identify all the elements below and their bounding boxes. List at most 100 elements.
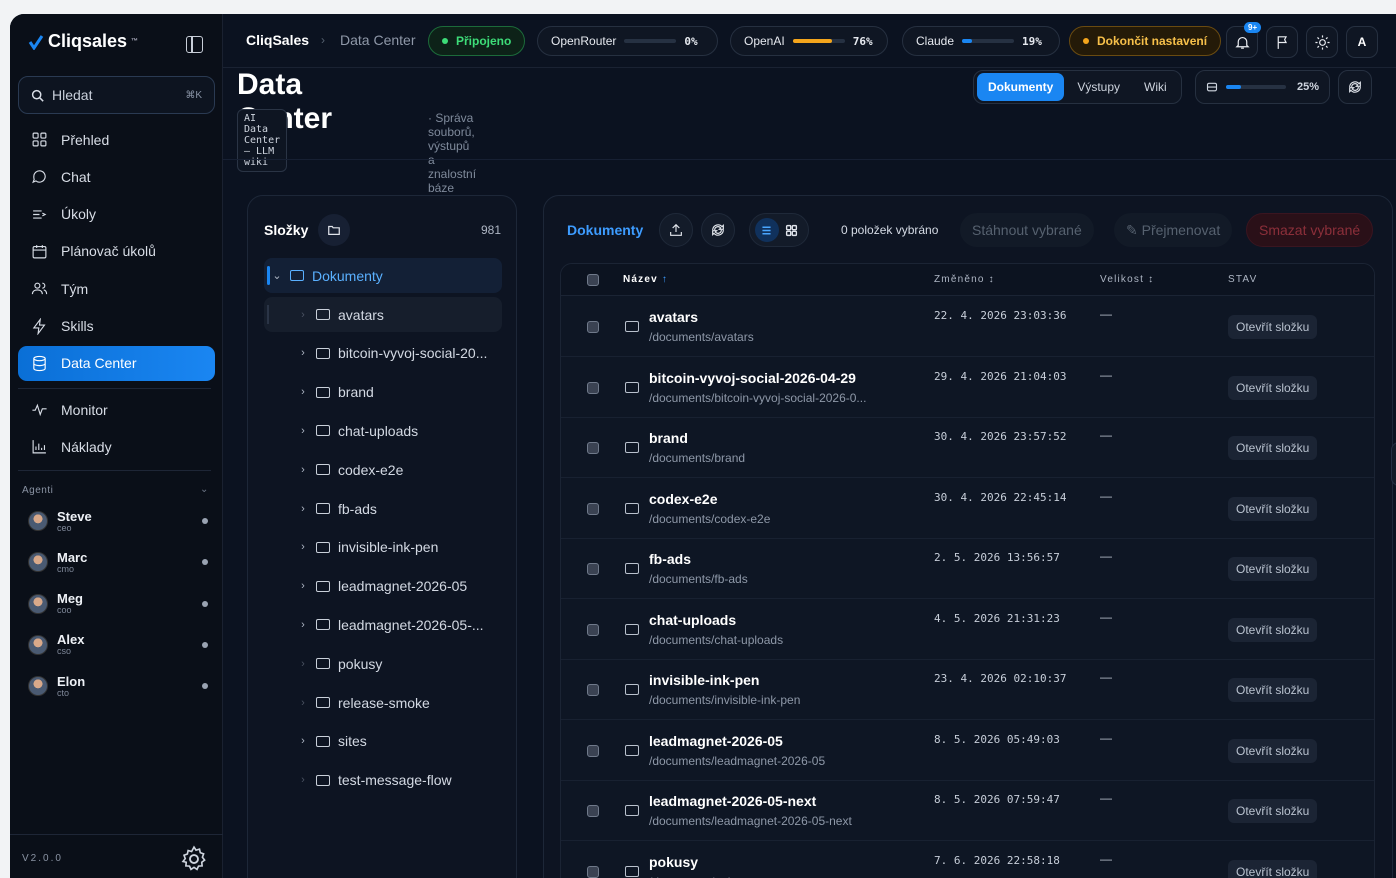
agent-item[interactable]: Alex cso — [28, 628, 208, 662]
chevron-right-icon[interactable]: › — [290, 503, 316, 515]
sidebar-item-náklady[interactable]: Náklady — [18, 429, 215, 464]
sidebar-item-monitor[interactable]: Monitor — [18, 392, 215, 427]
finish-setup-button[interactable]: Dokončit nastavení — [1069, 26, 1222, 56]
sidebar-item-plánovač-úkolů[interactable]: Plánovač úkolů — [18, 234, 215, 269]
table-row[interactable]: avatars/documents/avatars 22. 4. 2026 23:… — [561, 297, 1374, 357]
column-modified-header[interactable]: Změněno ↕ — [934, 274, 995, 285]
agent-item[interactable]: Meg coo — [28, 587, 208, 621]
table-row[interactable]: codex-e2e/documents/codex-e2e 30. 4. 2026… — [561, 479, 1374, 539]
chevron-right-icon[interactable]: › — [290, 464, 316, 476]
chevron-right-icon[interactable]: › — [290, 347, 316, 359]
chevron-right-icon[interactable]: › — [290, 541, 316, 553]
open-folder-button[interactable]: Otevřít složku — [1228, 859, 1318, 878]
tree-item[interactable]: › avatars — [264, 297, 502, 332]
sidebar-item-úkoly[interactable]: Úkoly — [18, 197, 215, 232]
tree-item[interactable]: › pokusy — [264, 646, 502, 681]
sidebar-collapse-icon[interactable] — [186, 36, 203, 53]
chevron-right-icon[interactable]: › — [290, 386, 316, 398]
tree-item[interactable]: › codex-e2e — [264, 452, 502, 487]
table-row[interactable]: leadmagnet-2026-05/documents/leadmagnet-… — [561, 721, 1374, 781]
notifications-button[interactable]: 9+ — [1226, 22, 1262, 58]
row-checkbox[interactable] — [587, 805, 599, 817]
refresh-button[interactable] — [1338, 70, 1372, 104]
upload-button[interactable] — [659, 213, 693, 247]
tree-item[interactable]: › sites — [264, 724, 502, 759]
open-folder-button[interactable]: Otevřít složku — [1228, 557, 1318, 581]
row-name[interactable]: codex-e2e — [649, 491, 717, 507]
tab-wiki[interactable]: Wiki — [1133, 73, 1178, 101]
tree-item[interactable]: › release-smoke — [264, 685, 502, 720]
breadcrumb-app[interactable]: CliqSales — [246, 32, 309, 48]
table-row[interactable]: chat-uploads/documents/chat-uploads 4. 5.… — [561, 600, 1374, 660]
logo[interactable]: Cliqsales ™ — [28, 31, 138, 52]
agent-item[interactable]: Marc cmo — [28, 545, 208, 579]
chevron-right-icon[interactable]: › — [290, 580, 316, 592]
table-row[interactable]: fb-ads/documents/fb-ads 2. 5. 2026 13:56:… — [561, 539, 1374, 599]
row-checkbox[interactable] — [587, 684, 599, 696]
tree-item[interactable]: › brand — [264, 375, 502, 410]
reload-button[interactable] — [701, 213, 735, 247]
grid-view-button[interactable] — [780, 218, 804, 242]
gear-icon[interactable] — [179, 844, 209, 874]
table-row[interactable]: pokusy/documents/pokusy 7. 6. 2026 22:58:… — [561, 842, 1374, 878]
chevron-right-icon[interactable]: › — [290, 774, 316, 786]
sidebar-item-data-center[interactable]: Data Center — [18, 345, 215, 381]
chevron-right-icon[interactable]: › — [290, 619, 316, 631]
sidebar-item-přehled[interactable]: Přehled — [18, 122, 215, 157]
table-row[interactable]: leadmagnet-2026-05-next/documents/leadma… — [561, 781, 1374, 841]
row-checkbox[interactable] — [587, 381, 599, 394]
open-folder-button[interactable]: Otevřít složku — [1228, 799, 1318, 823]
user-avatar-button[interactable]: A — [1346, 26, 1378, 58]
sidebar-item-chat[interactable]: Chat — [18, 159, 215, 194]
row-checkbox[interactable] — [587, 502, 599, 515]
chevron-right-icon[interactable]: › — [290, 425, 316, 437]
row-name[interactable]: brand — [649, 430, 688, 446]
table-row[interactable]: brand/documents/brand 30. 4. 2026 23:57:5… — [561, 418, 1374, 478]
row-name[interactable]: fb-ads — [649, 551, 691, 567]
sidebar-item-skills[interactable]: Skills — [18, 309, 215, 344]
agent-item[interactable]: Elon cto — [28, 669, 208, 703]
agent-item[interactable]: Steve ceo — [28, 504, 208, 538]
search-input[interactable]: Hledat ⌘K — [18, 76, 215, 114]
row-name[interactable]: pokusy — [649, 854, 698, 870]
row-checkbox[interactable] — [587, 623, 599, 636]
row-checkbox[interactable] — [587, 442, 599, 454]
select-all-checkbox[interactable] — [587, 274, 599, 286]
tree-item[interactable]: › bitcoin-vyvoj-social-20... — [264, 336, 502, 371]
right-panel-toggle[interactable] — [1391, 442, 1396, 486]
new-folder-button[interactable] — [318, 214, 350, 246]
tree-root-documents[interactable]: ⌄ Dokumenty — [264, 258, 502, 293]
list-view-button[interactable] — [754, 218, 779, 242]
tree-item[interactable]: › chat-uploads — [264, 413, 502, 448]
chevron-right-icon[interactable]: › — [290, 658, 316, 670]
delete-selected-button[interactable]: Smazat vybrané — [1246, 213, 1374, 247]
tab-dokumenty[interactable]: Dokumenty — [977, 73, 1065, 101]
tree-item[interactable]: › invisible-ink-pen — [264, 530, 502, 565]
tree-item[interactable]: › fb-ads — [264, 491, 502, 526]
row-name[interactable]: chat-uploads — [649, 612, 736, 628]
column-size-header[interactable]: Velikost ↕ — [1100, 274, 1154, 285]
chevron-right-icon[interactable]: › — [290, 697, 316, 709]
chevron-down-icon[interactable]: ⌄ — [264, 269, 290, 282]
row-name[interactable]: leadmagnet-2026-05-next — [649, 793, 816, 809]
row-name[interactable]: invisible-ink-pen — [649, 672, 759, 688]
table-row[interactable]: bitcoin-vyvoj-social-2026-04-29/document… — [561, 358, 1374, 418]
tree-item[interactable]: › leadmagnet-2026-05-... — [264, 607, 502, 642]
open-folder-button[interactable]: Otevřít složku — [1228, 617, 1318, 642]
row-checkbox[interactable] — [587, 563, 599, 575]
chevron-down-icon[interactable]: ⌄ — [200, 484, 208, 495]
open-folder-button[interactable]: Otevřít složku — [1228, 738, 1318, 763]
theme-toggle-button[interactable] — [1306, 26, 1338, 58]
open-folder-button[interactable]: Otevřít složku — [1228, 375, 1318, 400]
row-name[interactable]: avatars — [649, 309, 698, 325]
open-folder-button[interactable]: Otevřít složku — [1228, 496, 1318, 521]
chevron-right-icon[interactable]: › — [290, 309, 316, 321]
tree-item[interactable]: › test-message-flow — [264, 763, 502, 798]
row-name[interactable]: leadmagnet-2026-05 — [649, 733, 783, 749]
row-checkbox[interactable] — [587, 321, 599, 333]
row-checkbox[interactable] — [587, 744, 599, 757]
open-folder-button[interactable]: Otevřít složku — [1228, 315, 1318, 339]
download-selected-button[interactable]: Stáhnout vybrané — [960, 213, 1094, 247]
rename-button[interactable]: ✎ Přejmenovat — [1114, 213, 1233, 247]
tab-výstupy[interactable]: Výstupy — [1066, 73, 1131, 101]
